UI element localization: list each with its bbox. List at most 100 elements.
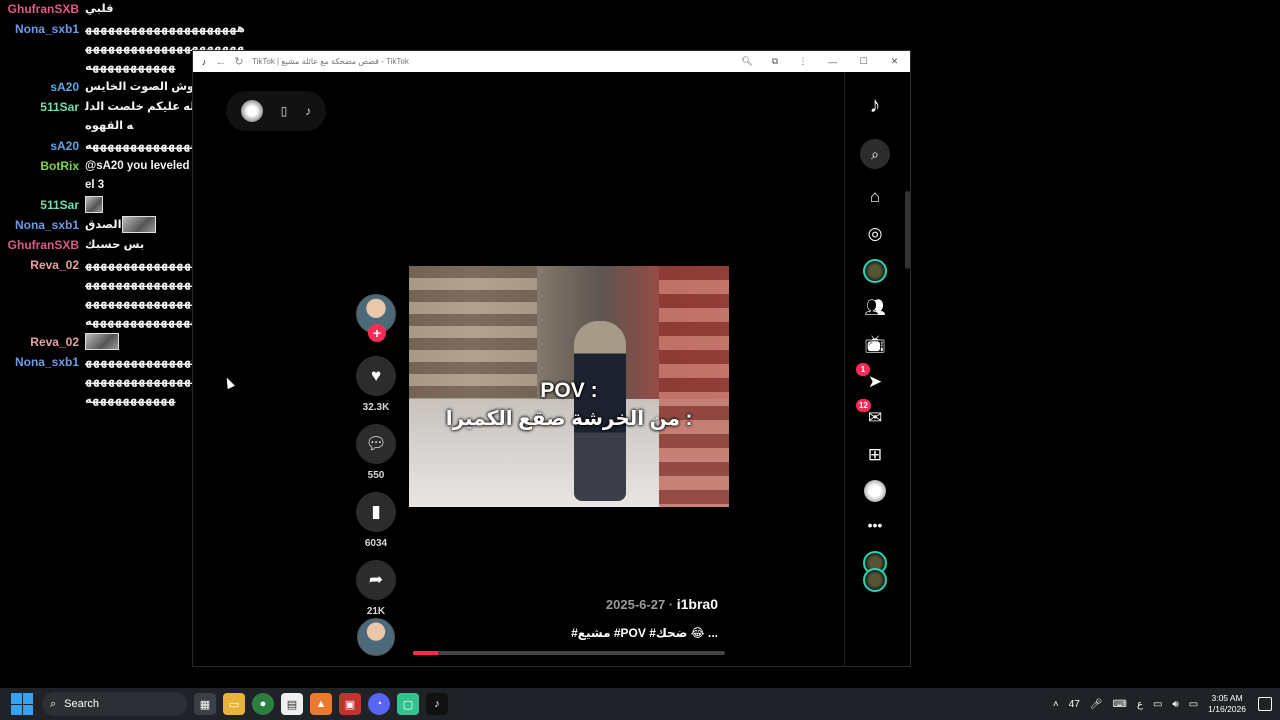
chat-username: GhufranSXB [7,2,79,16]
taskbar: ⌕ Search ▦ ▭ ● ▤ ▲ ▣ ◔ ▢ ♪ ˄ 47 🎤︎ ⌨ ع ▭… [0,688,1280,720]
video-caption: POV : [540,379,598,402]
emote-image [85,333,119,351]
chat-username: GhufranSXB [7,238,79,252]
save-button[interactable]: ▮ [356,492,396,532]
search-icon[interactable]: ⌕ [860,139,890,169]
chat-username: Nona_sxb1 [14,218,79,232]
chat-username: 511Sar [40,198,79,212]
chat-username: sA20 [50,139,79,153]
bookmark-icon: ▮ [371,502,381,521]
discord-icon[interactable]: ◔ [368,693,390,715]
video-player[interactable]: POV : من الخرشة صقع الكميرا : [409,266,729,507]
task-view-icon[interactable]: ▦ [194,693,216,715]
comment-button[interactable]: 💬︎ [356,424,396,464]
chat-username: 511Sar [40,100,79,114]
volume-icon[interactable]: 🔊︎ [1172,699,1178,710]
follow-button[interactable]: + [368,324,386,342]
share-button[interactable]: ➦ [356,560,396,600]
taskbar-search[interactable]: ⌕ Search [42,692,187,716]
close-button[interactable]: ✕ [879,56,910,67]
home-icon[interactable]: ⌂ [860,182,890,212]
extensions-icon[interactable]: ⧉ [761,56,789,67]
video-progress-fill [413,651,438,655]
tray-number[interactable]: 47 [1069,699,1080,710]
video-description[interactable]: #مشيع #POV #ضحك 😂 ... [523,626,718,640]
video-meta: 2025-6-27 · i1bra0 [523,596,718,614]
chat-text: الصدق [85,219,122,231]
scrollbar[interactable] [905,191,910,269]
file-explorer-icon[interactable]: ▭ [223,693,245,715]
reload-icon[interactable]: ↻ [230,55,248,68]
like-count: 32.3K [362,402,390,413]
network-icon[interactable]: ▭ [1153,699,1162,710]
chat-username: Reva_02 [30,335,79,349]
date: 1/16/2026 [1208,704,1246,714]
video-progress-bar[interactable] [413,651,725,655]
chrome-icon[interactable]: ● [252,693,274,715]
emote-image [121,216,156,234]
chat-app-icon[interactable]: ▢ [397,693,419,715]
floating-toolbar: ▯ ♪ [226,91,326,131]
heart-icon: ♥ [370,366,382,385]
battery-icon[interactable]: ▭ [1189,699,1198,710]
zoom-icon[interactable]: 🔍︎ [733,56,761,67]
right-sidebar: ♪ ⌕ ⌂ ◎ 👥︎ 📺︎ ➤ 1 ✉ 12 ⊞ ••• [845,72,911,667]
chat-username: sA20 [50,80,79,94]
device-icon[interactable]: ▯ [281,104,288,118]
chat-username: Nona_sxb1 [14,355,79,369]
inbox-icon[interactable]: ✉ 12 [856,399,890,433]
like-button[interactable]: ♥ [356,356,396,396]
inbox-badge: 12 [856,399,871,412]
vlc-icon[interactable]: ▲ [310,693,332,715]
notifications-icon[interactable] [1258,697,1272,711]
chat-username: Nona_sxb1 [14,22,79,36]
clock[interactable]: 3:05 AM 1/16/2026 [1208,693,1246,715]
windows-start-icon[interactable] [11,693,33,715]
upload-icon[interactable]: ⊞ [860,440,890,470]
comment-count: 550 [367,470,385,481]
microphone-icon[interactable]: 🎤︎ [1090,699,1103,710]
chat-message: GhufranSXB قلبي [0,0,250,19]
maximize-button[interactable]: ☐ [848,56,879,67]
streaming-app-icon[interactable]: ▣ [339,693,361,715]
messages-badge: 1 [856,363,870,376]
chevron-up-icon[interactable]: ˄ [1053,699,1059,710]
messages-icon[interactable]: ➤ 1 [856,363,890,397]
tiktok-icon[interactable]: ♪ [305,104,311,118]
time: 3:05 AM [1211,693,1243,703]
more-menu-icon[interactable]: ⋮ [789,56,817,67]
notepad-icon[interactable]: ▤ [281,693,303,715]
creator-avatar[interactable]: + [356,294,396,342]
chat-username: BotRix [40,159,79,173]
live-icon[interactable]: 📺︎ [860,330,890,360]
tiktok-taskbar-icon[interactable]: ♪ [426,693,448,715]
next-creator-avatar[interactable] [357,618,395,656]
search-icon: ⌕ [50,697,57,710]
explore-icon[interactable]: ◎ [860,219,890,249]
post-date: 2025-6-27 · [605,597,677,612]
friends-icon[interactable]: 👥︎ [860,293,890,323]
tiktok-window: ♪ ← ↻ TikTok | قصص مضحكة مع عائلة مشيع -… [192,50,911,667]
comment-icon: 💬︎ [365,434,387,453]
action-column: + ♥ 32.3K 💬︎ 550 ▮ 6034 ➦ 21K [354,294,398,617]
tiktok-logo-icon[interactable]: ♪ [860,90,890,120]
title-bar: ♪ ← ↻ TikTok | قصص مضحكة مع عائلة مشيع -… [193,51,910,72]
language-indicator[interactable]: ع [1137,699,1143,710]
back-icon[interactable]: ← [212,56,230,68]
share-count: 21K [366,606,386,617]
profile-avatar[interactable] [240,100,263,122]
more-icon[interactable]: ••• [860,510,890,540]
profile-avatar[interactable] [860,476,890,506]
save-count: 6034 [364,538,388,549]
window-title: TikTok | قصص مضحكة مع عائلة مشيع - TikTo… [252,57,409,66]
following-avatar[interactable] [860,256,890,286]
search-label: Search [64,698,100,710]
video-caption: من الخرشة صقع الكميرا : [445,408,693,430]
emote-image [85,196,103,214]
keyboard-icon[interactable]: ⌨ [1113,699,1127,710]
minimize-button[interactable]: — [817,57,848,67]
following-avatar[interactable] [860,565,890,595]
author-name[interactable]: i1bra0 [677,596,718,612]
chat-username: Reva_02 [30,258,79,272]
share-icon: ➦ [368,570,384,589]
